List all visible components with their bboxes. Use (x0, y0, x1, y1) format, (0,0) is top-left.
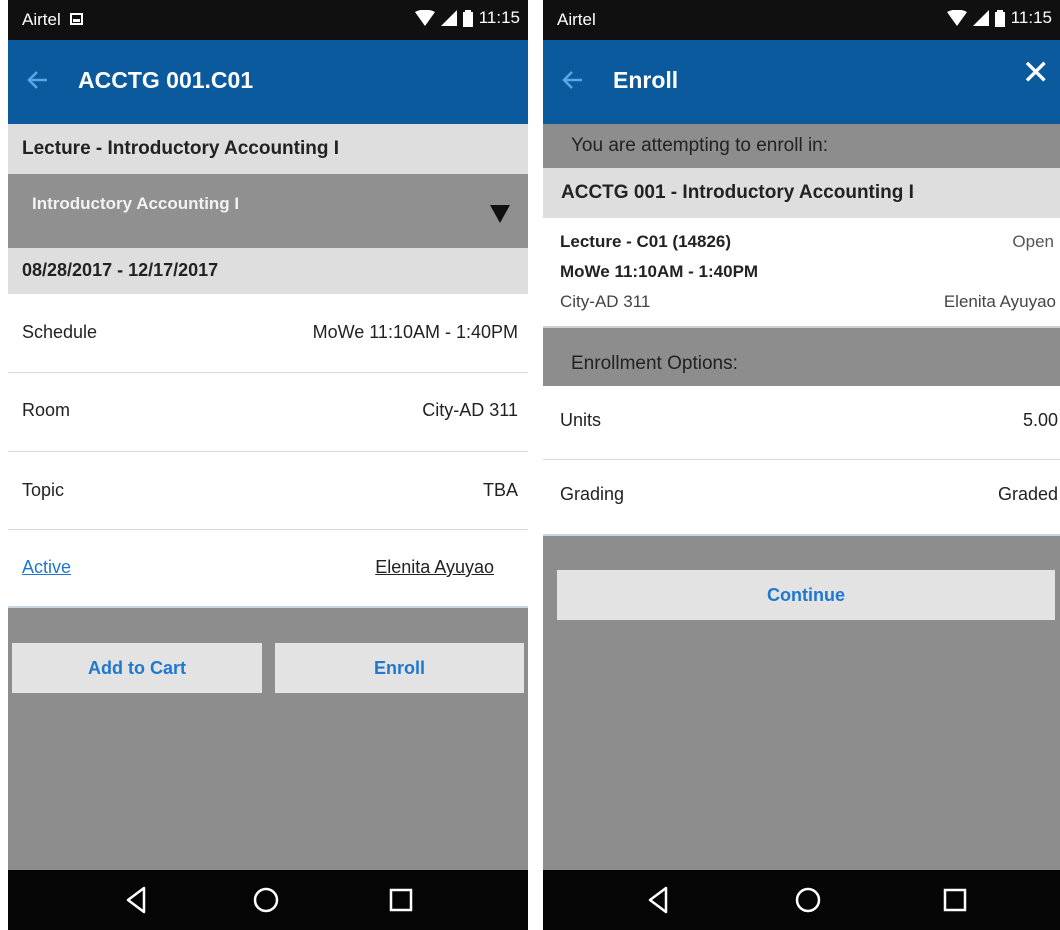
app-bar: ACCTG 001.C01 (8, 40, 528, 124)
wifi-icon (946, 10, 967, 26)
detail-row-topic: Topic TBA (8, 452, 528, 530)
detail-row-schedule: Schedule MoWe 11:10AM - 1:40PM (8, 294, 528, 373)
course-title-row: ACCTG 001 - Introductory Accounting I (543, 168, 1060, 218)
option-row-grading: Grading Graded (543, 460, 1060, 536)
battery-icon (462, 9, 473, 27)
enroll-intro-text: You are attempting to enroll in: (571, 135, 829, 156)
detail-label: Topic (22, 480, 65, 500)
detail-value: City-AD 311 (422, 400, 518, 420)
course-dropdown[interactable]: Introductory Accounting I (8, 174, 528, 248)
course-dropdown-value: Introductory Accounting I (32, 194, 240, 213)
option-label: Grading (560, 484, 625, 504)
navigation-bar (543, 870, 1060, 930)
dropdown-arrow-icon (490, 205, 510, 223)
close-icon[interactable]: ✕ (1022, 56, 1051, 90)
section-title: Lecture - Introductory Accounting I (22, 138, 340, 159)
back-nav-icon[interactable] (122, 885, 152, 915)
class-room: City-AD 311 (560, 292, 651, 311)
instructor-link[interactable]: Elenita Ayuyao (375, 557, 494, 578)
home-nav-icon[interactable] (793, 885, 823, 915)
battery-icon (994, 9, 1005, 27)
back-nav-icon[interactable] (644, 885, 674, 915)
back-arrow-icon[interactable] (561, 70, 583, 90)
class-info-card: Lecture - C01 (14826) Open MoWe 11:10AM … (543, 218, 1060, 326)
class-availability: Open (1012, 232, 1054, 251)
class-schedule: MoWe 11:10AM - 1:40PM (560, 262, 759, 281)
add-to-cart-button[interactable]: Add to Cart (12, 643, 262, 693)
section-title-row: Lecture - Introductory Accounting I (8, 124, 528, 174)
status-bar: Airtel 11:15 (8, 0, 528, 40)
image-notification-icon (70, 13, 83, 25)
option-row-units: Units 5.00 (543, 386, 1060, 460)
recents-nav-icon[interactable] (940, 885, 970, 915)
option-label: Units (560, 410, 602, 430)
enroll-button[interactable]: Enroll (275, 643, 524, 693)
detail-label: Room (22, 400, 71, 420)
app-bar: Enroll ✕ (543, 40, 1060, 124)
home-nav-icon[interactable] (251, 885, 281, 915)
enrollment-options-title: Enrollment Options: (571, 353, 738, 374)
date-range-row: 08/28/2017 - 12/17/2017 (8, 248, 528, 294)
detail-row-room: Room City-AD 311 (8, 373, 528, 452)
detail-value: MoWe 11:10AM - 1:40PM (312, 322, 518, 342)
back-arrow-icon[interactable] (26, 70, 48, 90)
carrier-name: Airtel (22, 10, 61, 29)
option-value: 5.00 (1022, 410, 1058, 430)
enrollment-options-header: Enrollment Options: (543, 326, 1060, 386)
recents-nav-icon[interactable] (386, 885, 416, 915)
class-instructor: Elenita Ayuyao (943, 292, 1056, 311)
continue-button[interactable]: Continue (557, 570, 1055, 620)
status-bar: Airtel 11:15 (543, 0, 1060, 40)
status-link[interactable]: Active (22, 557, 71, 578)
signal-icon (972, 10, 989, 26)
navigation-bar (8, 870, 528, 930)
clock: 11:15 (1010, 8, 1052, 27)
carrier-name: Airtel (557, 10, 596, 29)
page-title: ACCTG 001.C01 (78, 67, 254, 93)
clock: 11:15 (478, 8, 520, 27)
detail-value: TBA (482, 480, 518, 500)
left-screen: Airtel 11:15 ACCTG 001.C01 Lecture - Int… (8, 0, 528, 930)
class-section: Lecture - C01 (14826) (560, 232, 732, 251)
course-title: ACCTG 001 - Introductory Accounting I (561, 182, 914, 203)
detail-label: Schedule (22, 322, 98, 342)
page-title: Enroll (613, 67, 679, 93)
option-value: Graded (997, 484, 1058, 504)
enroll-intro-row: You are attempting to enroll in: (543, 124, 1060, 168)
wifi-icon (414, 10, 435, 26)
detail-row-links: Active Elenita Ayuyao (8, 530, 528, 608)
date-range: 08/28/2017 - 12/17/2017 (22, 260, 219, 280)
right-screen: Airtel 11:15 Enroll ✕ You are attempting… (543, 0, 1060, 930)
signal-icon (440, 10, 457, 26)
